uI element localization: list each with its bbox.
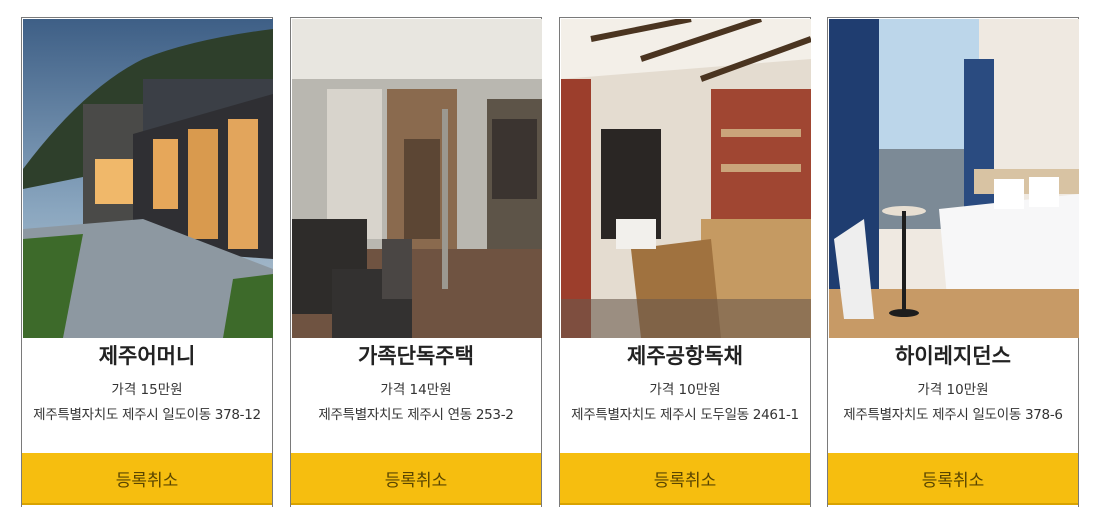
cancel-registration-button[interactable]: 등록취소 (291, 453, 541, 505)
listing-card: 가족단독주택 가격 14만원 제주특별자치도 제주시 연동 253-2 등록취소 (290, 17, 542, 507)
listing-title: 가족단독주택 (358, 344, 474, 368)
listing-price: 가격 10만원 (917, 382, 989, 398)
listing-card: 하이레지던스 가격 10만원 제주특별자치도 제주시 일도이동 378-6 등록… (827, 17, 1079, 507)
listing-photo-airport-house[interactable] (561, 19, 811, 338)
listing-photo-stone-house[interactable] (23, 19, 273, 338)
listing-title: 제주어머니 (98, 344, 196, 368)
cancel-registration-button[interactable]: 등록취소 (828, 453, 1078, 505)
listing-price: 가격 10만원 (649, 382, 721, 398)
listing-card: 제주어머니 가격 15만원 제주특별자치도 제주시 일도이동 378-12 등록… (21, 17, 273, 507)
listing-card: 제주공항독채 가격 10만원 제주특별자치도 제주시 도두일동 2461-1 등… (559, 17, 811, 507)
listing-photo-family-house[interactable] (292, 19, 542, 338)
cancel-registration-button[interactable]: 등록취소 (560, 453, 810, 505)
listing-photo-hi-residence[interactable] (829, 19, 1079, 338)
listing-title: 하이레지던스 (895, 344, 1011, 368)
listing-address: 제주특별자치도 제주시 일도이동 378-12 (33, 407, 261, 423)
listing-price: 가격 14만원 (380, 382, 452, 398)
cancel-registration-button[interactable]: 등록취소 (22, 453, 272, 505)
listing-title: 제주공항독채 (627, 344, 743, 368)
listing-address: 제주특별자치도 제주시 도두일동 2461-1 (571, 407, 799, 423)
listing-address: 제주특별자치도 제주시 연동 253-2 (318, 407, 514, 423)
listing-price: 가격 15만원 (111, 382, 183, 398)
listing-address: 제주특별자치도 제주시 일도이동 378-6 (843, 407, 1063, 423)
listing-grid: 제주어머니 가격 15만원 제주특별자치도 제주시 일도이동 378-12 등록… (0, 0, 1095, 509)
